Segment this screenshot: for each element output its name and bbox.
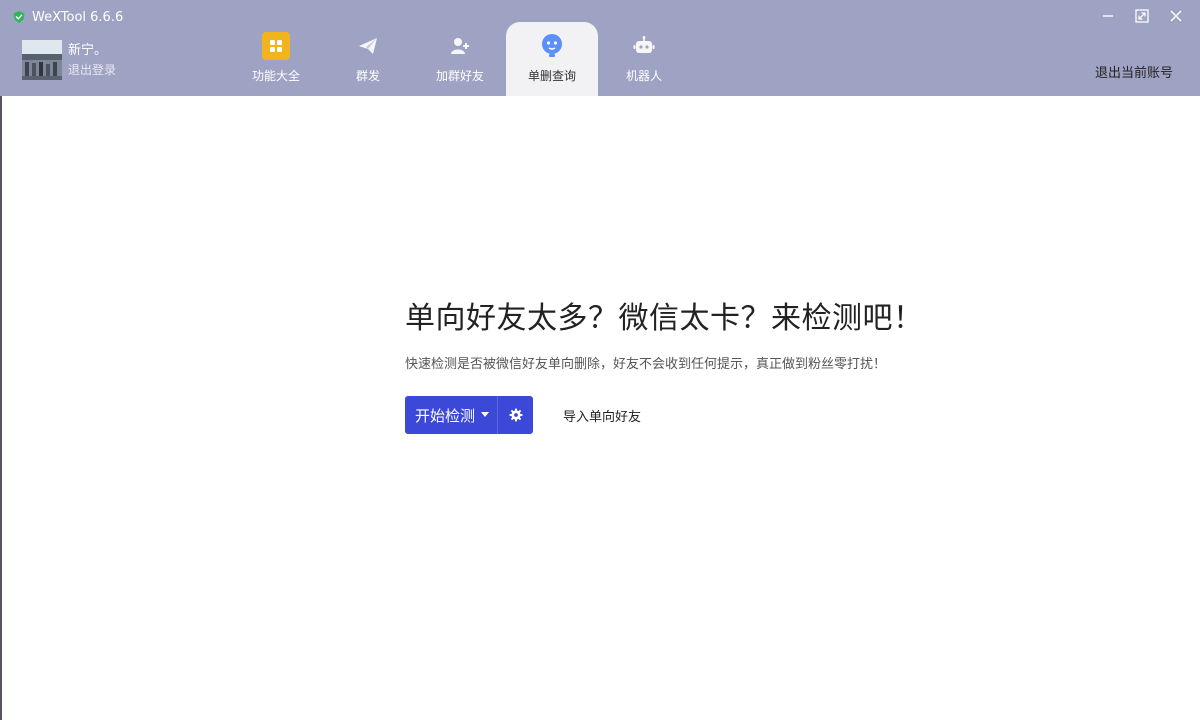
close-button[interactable] [1166,6,1186,26]
tab-robot[interactable]: 机器人 [598,22,690,96]
detection-panel: 单向好友太多？微信太卡？来检测吧！ 快速检测是否被微信好友单向删除，好友不会收到… [405,298,1005,434]
minimize-icon [1103,15,1113,17]
window-edge [0,96,2,720]
profile: 新宁。 退出登录 [22,40,116,80]
action-row: 开始检测 导入单向好友 [405,396,1005,434]
maximize-icon [1135,9,1149,23]
gear-icon [509,408,523,422]
start-button-group: 开始检测 [405,396,534,434]
tab-features[interactable]: 功能大全 [230,22,322,96]
window-controls [1098,6,1186,26]
avatar[interactable] [22,40,62,80]
tab-robot-label: 机器人 [625,69,662,83]
start-detection-button[interactable]: 开始检测 [405,396,498,434]
page-headline: 单向好友太多？微信太卡？来检测吧！ [405,301,924,336]
app-title-text: WeXTool 6.6.6 [32,9,124,25]
main-nav: 功能大全 群发 加群好友 单删查询 机器人 [230,22,690,96]
import-one-way-friends-link[interactable]: 导入单向好友 [563,406,641,425]
paper-plane-icon [354,32,382,60]
tab-broadcast-label: 群发 [355,69,380,83]
logout-link[interactable]: 退出登录 [68,63,116,77]
add-friend-icon [446,32,474,60]
app-logo-icon [13,11,25,23]
grid-icon [262,32,290,60]
minimize-button[interactable] [1098,6,1118,26]
tab-features-label: 功能大全 [251,69,300,83]
detection-settings-button[interactable] [498,396,534,434]
exit-account-link[interactable]: 退出当前账号 [1095,62,1173,81]
tab-add-group-friends-label: 加群好友 [435,69,484,83]
title-bar: WeXTool 6.6.6 新宁。 退出登录 功能大全 群发 加群好友 单删查询… [0,0,1200,96]
start-detection-label: 开始检测 [415,406,476,425]
maximize-button[interactable] [1132,6,1152,26]
page-description: 快速检测是否被微信好友单向删除，好友不会收到任何提示，真正做到粉丝零打扰！ [405,357,887,372]
caret-down-icon[interactable] [481,412,490,418]
tab-add-group-friends[interactable]: 加群好友 [414,22,506,96]
username: 新宁。 [68,43,108,58]
tab-deleted-friend-check[interactable]: 单删查询 [506,22,598,96]
tab-broadcast[interactable]: 群发 [322,22,414,96]
tab-deleted-friend-check-label: 单删查询 [527,69,576,83]
face-check-icon [538,32,566,60]
app-title: WeXTool 6.6.6 [12,8,123,26]
close-icon [1170,10,1182,22]
robot-icon [630,32,658,60]
